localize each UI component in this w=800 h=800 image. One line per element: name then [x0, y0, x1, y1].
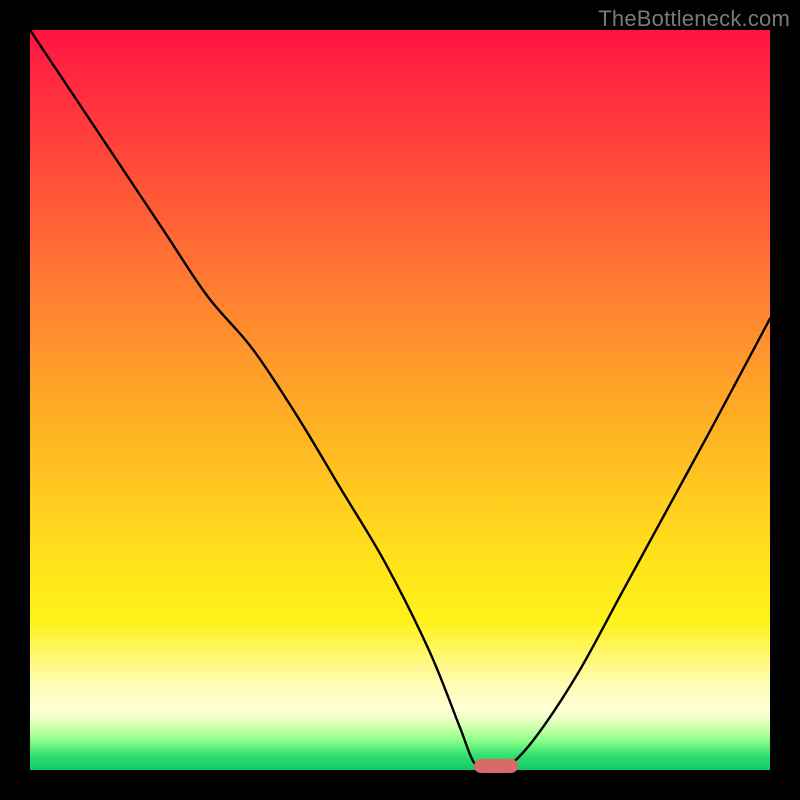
chart-frame: TheBottleneck.com	[0, 0, 800, 800]
plot-area	[30, 30, 770, 770]
watermark-text: TheBottleneck.com	[598, 6, 790, 32]
curve-svg	[30, 30, 770, 770]
bottleneck-curve	[30, 30, 770, 770]
optimum-marker	[474, 759, 518, 773]
